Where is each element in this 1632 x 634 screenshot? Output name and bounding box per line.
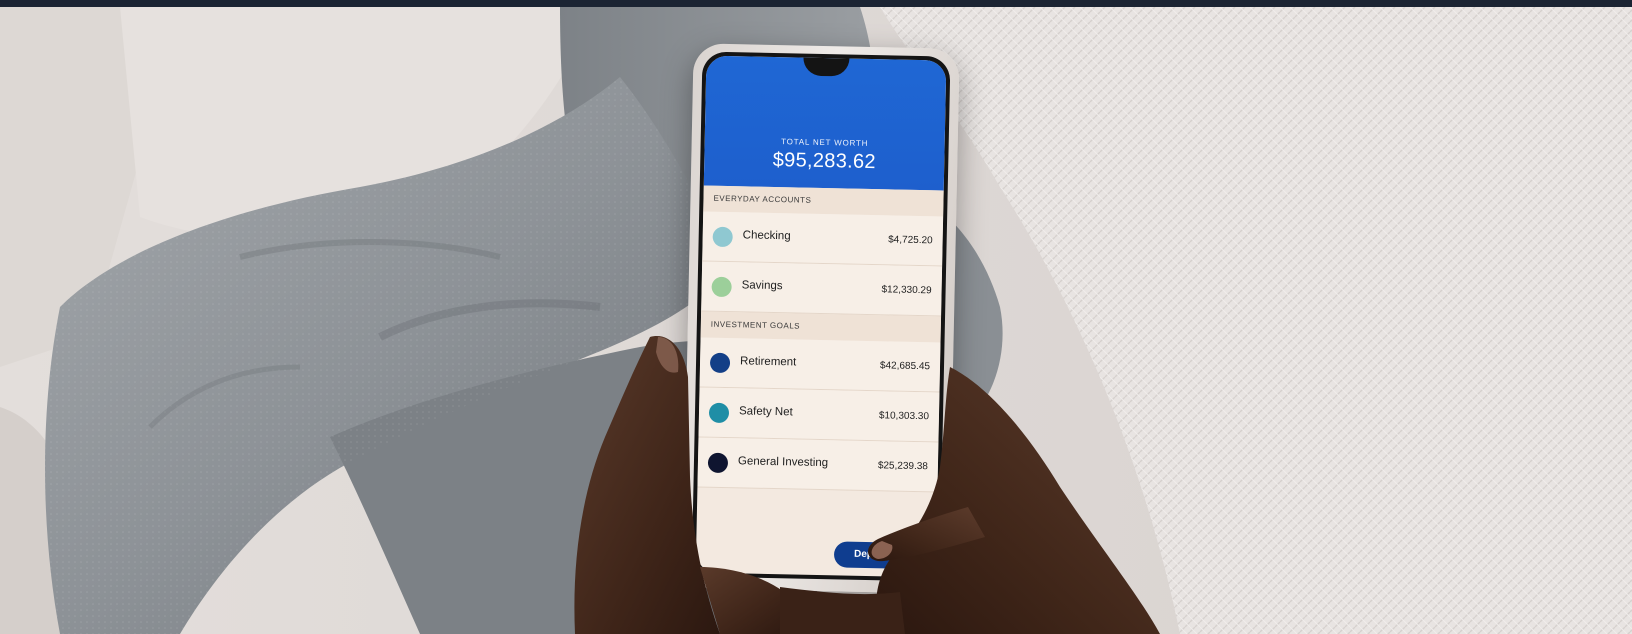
account-row-savings[interactable]: Savings $12,330.29 (701, 261, 943, 317)
goal-amount: $10,303.30 (878, 410, 930, 423)
deposit-button[interactable]: Dep (833, 541, 927, 570)
goal-name: Safety Net (738, 405, 793, 419)
goal-color-dot (707, 452, 729, 474)
net-worth-value: $95,283.62 (772, 148, 877, 174)
photo-scene: TOTAL NET WORTH $95,283.62 EVERYDAY ACCO… (0, 7, 1632, 634)
account-color-dot (711, 276, 732, 298)
account-amount: $4,725.20 (888, 234, 933, 247)
goal-row-retirement[interactable]: Retirement $42,685.45 (699, 337, 941, 393)
goal-name: Retirement (739, 355, 797, 369)
goal-amount: $42,685.45 (879, 360, 931, 373)
account-row-checking[interactable]: Checking $4,725.20 (702, 211, 944, 267)
account-name: Checking (742, 229, 791, 243)
goal-row-general-investing[interactable]: General Investing $25,239.38 (697, 437, 939, 493)
goal-row-safety-net[interactable]: Safety Net $10,303.30 (698, 387, 940, 443)
account-name: Savings (741, 279, 783, 293)
goal-color-dot (708, 402, 730, 424)
phone-bezel: TOTAL NET WORTH $95,283.62 EVERYDAY ACCO… (691, 51, 951, 582)
goal-name: General Investing (737, 455, 829, 470)
top-bar (0, 0, 1632, 7)
goal-color-dot (709, 352, 731, 374)
smartphone: TOTAL NET WORTH $95,283.62 EVERYDAY ACCO… (682, 43, 960, 594)
account-amount: $12,330.29 (881, 284, 932, 297)
account-color-dot (712, 226, 733, 248)
phone-screen: TOTAL NET WORTH $95,283.62 EVERYDAY ACCO… (695, 55, 947, 578)
goal-amount: $25,239.38 (877, 460, 929, 473)
